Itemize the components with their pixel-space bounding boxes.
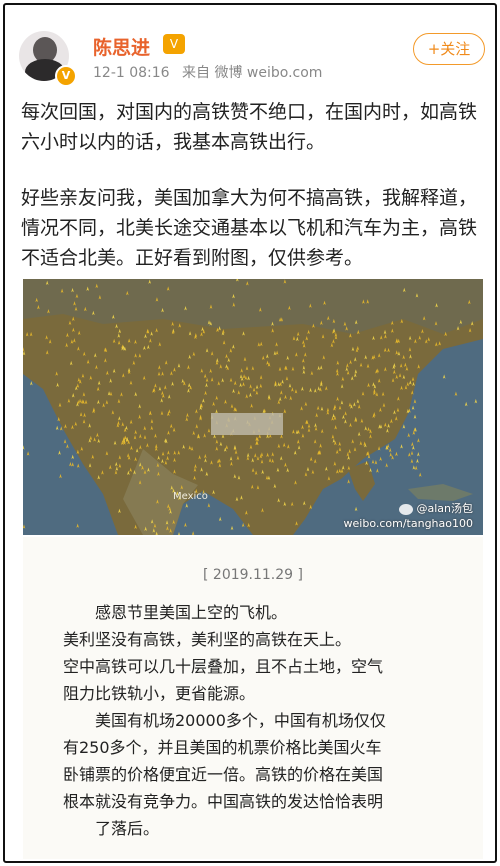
- user-badge-icon: V: [163, 34, 185, 54]
- post-header: V 陈思进 V 12-1 08:16 来自 微博 weibo.com +关注: [5, 5, 495, 93]
- watermark-handle: @alan汤包: [416, 502, 473, 515]
- flight-map-image[interactable]: Mexico @alan汤包 weibo.com/tanghao100: [23, 279, 483, 535]
- caption-line: 美国有机场20000多个，中国有机场仅仅: [95, 711, 386, 730]
- caption-line: 根本就没有竞争力。中国高铁的发达恰恰表明: [63, 792, 384, 811]
- weibo-logo-icon: [399, 503, 414, 515]
- caption-line: 空中高铁可以几十层叠加，且不占土地，空气: [63, 657, 384, 676]
- screenshot-frame: V 陈思进 V 12-1 08:16 来自 微博 weibo.com +关注 每…: [3, 3, 497, 863]
- image-caption-block: [ 2019.11.29 ] 感恩节里美国上空的飞机。 美利坚没有高铁，美利坚的…: [23, 537, 483, 859]
- watermark: @alan汤包 weibo.com/tanghao100: [344, 501, 473, 531]
- post-source: 来自 微博 weibo.com: [182, 65, 323, 81]
- caption-line: 卧铺票的价格便宜近一倍。高铁的价格在美国: [63, 765, 384, 784]
- follow-button[interactable]: +关注: [413, 33, 485, 65]
- post-time[interactable]: 12-1 08:16: [93, 65, 170, 81]
- verified-badge-icon: V: [55, 65, 77, 87]
- svg-text:Mexico: Mexico: [173, 491, 208, 502]
- caption-line: 阻力比铁轨小，更省能源。: [63, 684, 256, 703]
- blurred-label: [211, 413, 283, 435]
- map-country-label: Mexico: [173, 491, 208, 502]
- watermark-url: weibo.com/tanghao100: [343, 517, 473, 530]
- username[interactable]: 陈思进: [93, 33, 150, 60]
- caption-text: 感恩节里美国上空的飞机。 美利坚没有高铁，美利坚的高铁在天上。 空中高铁可以几十…: [63, 599, 455, 842]
- post-paragraph-1: 每次回国，对国内的高铁赞不绝口，在国内时，如高铁六小时以内的话，我基本高铁出行。: [21, 101, 478, 153]
- post-meta: 12-1 08:16 来自 微博 weibo.com: [93, 62, 330, 82]
- caption-line: 了落后。: [95, 819, 160, 838]
- caption-date: [ 2019.11.29 ]: [203, 567, 303, 583]
- caption-line: 有250多个，并且美国的机票价格比美国火车: [63, 738, 382, 757]
- post-paragraph-2: 好些亲友问我，美国加拿大为何不搞高铁，我解释道，情况不同，北美长途交通基本以飞机…: [21, 187, 478, 269]
- caption-line: 感恩节里美国上空的飞机。: [95, 603, 288, 622]
- caption-line: 美利坚没有高铁，美利坚的高铁在天上。: [63, 630, 352, 649]
